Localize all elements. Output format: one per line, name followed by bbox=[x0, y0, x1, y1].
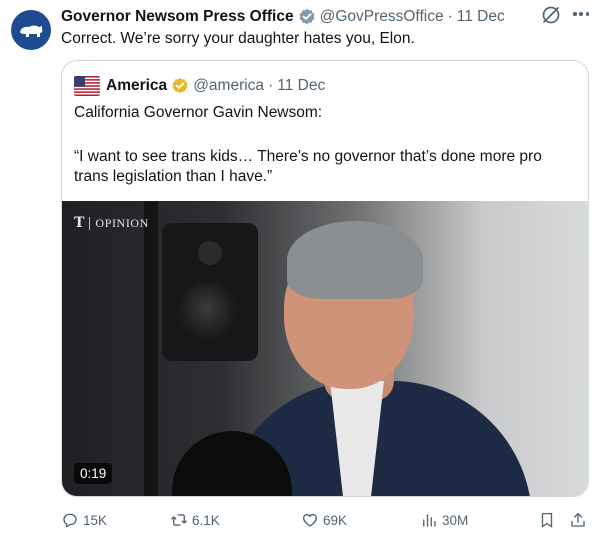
bookmark-button[interactable] bbox=[538, 508, 556, 532]
heart-icon bbox=[302, 513, 318, 527]
grok-icon[interactable] bbox=[541, 5, 561, 25]
hair bbox=[287, 221, 423, 299]
video-watermark: T OPINION bbox=[74, 215, 149, 231]
like-count: 69K bbox=[323, 512, 348, 528]
post-header: Governor Newsom Press Office @GovPressOf… bbox=[61, 7, 505, 27]
author-handle[interactable]: @GovPressOffice bbox=[320, 8, 444, 26]
quoted-date[interactable]: 11 Dec bbox=[277, 77, 325, 95]
quoted-header: America @america · 11 Dec bbox=[74, 75, 325, 97]
reply-count: 15K bbox=[83, 512, 108, 528]
verified-badge-icon bbox=[298, 8, 316, 26]
like-button[interactable]: 69K bbox=[301, 508, 347, 532]
views-button[interactable]: 30M bbox=[420, 508, 468, 532]
video-duration: 0:19 bbox=[74, 463, 113, 484]
share-button[interactable] bbox=[569, 508, 587, 532]
more-icon[interactable] bbox=[571, 4, 591, 24]
author-name[interactable]: Governor Newsom Press Office bbox=[61, 8, 294, 26]
studio-speaker bbox=[162, 223, 258, 361]
reply-icon bbox=[63, 513, 77, 528]
post-text: Correct. We’re sorry your daughter hates… bbox=[61, 30, 415, 47]
retweet-icon bbox=[171, 514, 187, 526]
quoted-separator-dot: · bbox=[268, 77, 274, 94]
video-player[interactable]: T OPINION 0:19 bbox=[62, 201, 588, 496]
watermark-label: OPINION bbox=[95, 215, 149, 230]
nyt-logo: T bbox=[74, 215, 85, 231]
views-count: 30M bbox=[442, 512, 469, 528]
repost-button[interactable]: 6.1K bbox=[170, 508, 220, 532]
gold-verified-badge-icon bbox=[171, 77, 189, 95]
quoted-post[interactable]: America @america · 11 Dec California Gov… bbox=[61, 60, 589, 497]
avatar[interactable] bbox=[11, 10, 51, 50]
us-flag-icon bbox=[74, 76, 100, 96]
reply-button[interactable]: 15K bbox=[61, 508, 107, 532]
background-pillar bbox=[144, 201, 158, 496]
bookmark-icon bbox=[541, 512, 553, 528]
views-icon bbox=[423, 514, 436, 527]
california-bear-icon bbox=[20, 25, 43, 37]
action-bar: 15K 6.1K 69K 30M bbox=[61, 508, 591, 532]
quoted-text-line1: California Governor Gavin Newsom: bbox=[74, 104, 323, 121]
quoted-author-handle[interactable]: @america bbox=[193, 77, 264, 95]
share-icon bbox=[571, 512, 585, 527]
post-date[interactable]: 11 Dec bbox=[457, 8, 505, 26]
quoted-author-name[interactable]: America bbox=[106, 77, 167, 95]
separator-dot: · bbox=[447, 8, 453, 25]
repost-count: 6.1K bbox=[192, 512, 220, 528]
quoted-text-line2: “I want to see trans kids… There’s no go… bbox=[74, 148, 542, 185]
